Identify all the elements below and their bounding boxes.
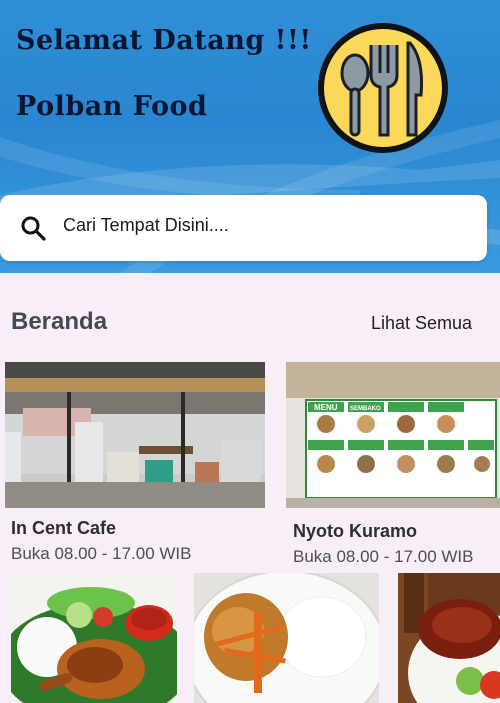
food-image-fried-chicken[interactable] (11, 573, 177, 703)
header-banner: Selamat Datang !!! Polban Food Cari Temp… (0, 0, 500, 273)
place-name[interactable]: Nyoto Kuramo (293, 521, 417, 542)
menu-board-photo: MENU SEMBAKO (286, 362, 500, 508)
search-icon[interactable] (20, 215, 46, 241)
food-image-grilled-chicken[interactable] (398, 573, 500, 703)
search-input[interactable]: Cari Tempat Disini.... (63, 215, 229, 236)
food-photo (194, 573, 379, 703)
menu-subheading: SEMBAKO (350, 406, 381, 412)
food-image-chicken-rice[interactable] (194, 573, 379, 703)
menu-heading: MENU (314, 403, 338, 412)
place-hours: Buka 08.00 - 17.00 WIB (11, 544, 192, 563)
see-all-link[interactable]: Lihat Semua (371, 313, 472, 334)
place-image-nyoto-kuramo[interactable]: MENU SEMBAKO (286, 362, 500, 508)
app-name: Polban Food (16, 91, 208, 122)
section-title: Beranda (11, 308, 108, 335)
food-photo (398, 573, 500, 703)
search-bar[interactable]: Cari Tempat Disini.... (0, 195, 487, 261)
place-name[interactable]: In Cent Cafe (11, 518, 116, 539)
logo (318, 23, 448, 153)
cafe-photo (5, 362, 265, 508)
food-photo (11, 573, 177, 703)
place-image-in-cent-cafe[interactable] (5, 362, 265, 508)
place-hours: Buka 08.00 - 17.00 WIB (293, 547, 474, 566)
fork-spoon-knife-icon (340, 41, 423, 137)
greeting-text: Selamat Datang !!! (16, 25, 312, 56)
